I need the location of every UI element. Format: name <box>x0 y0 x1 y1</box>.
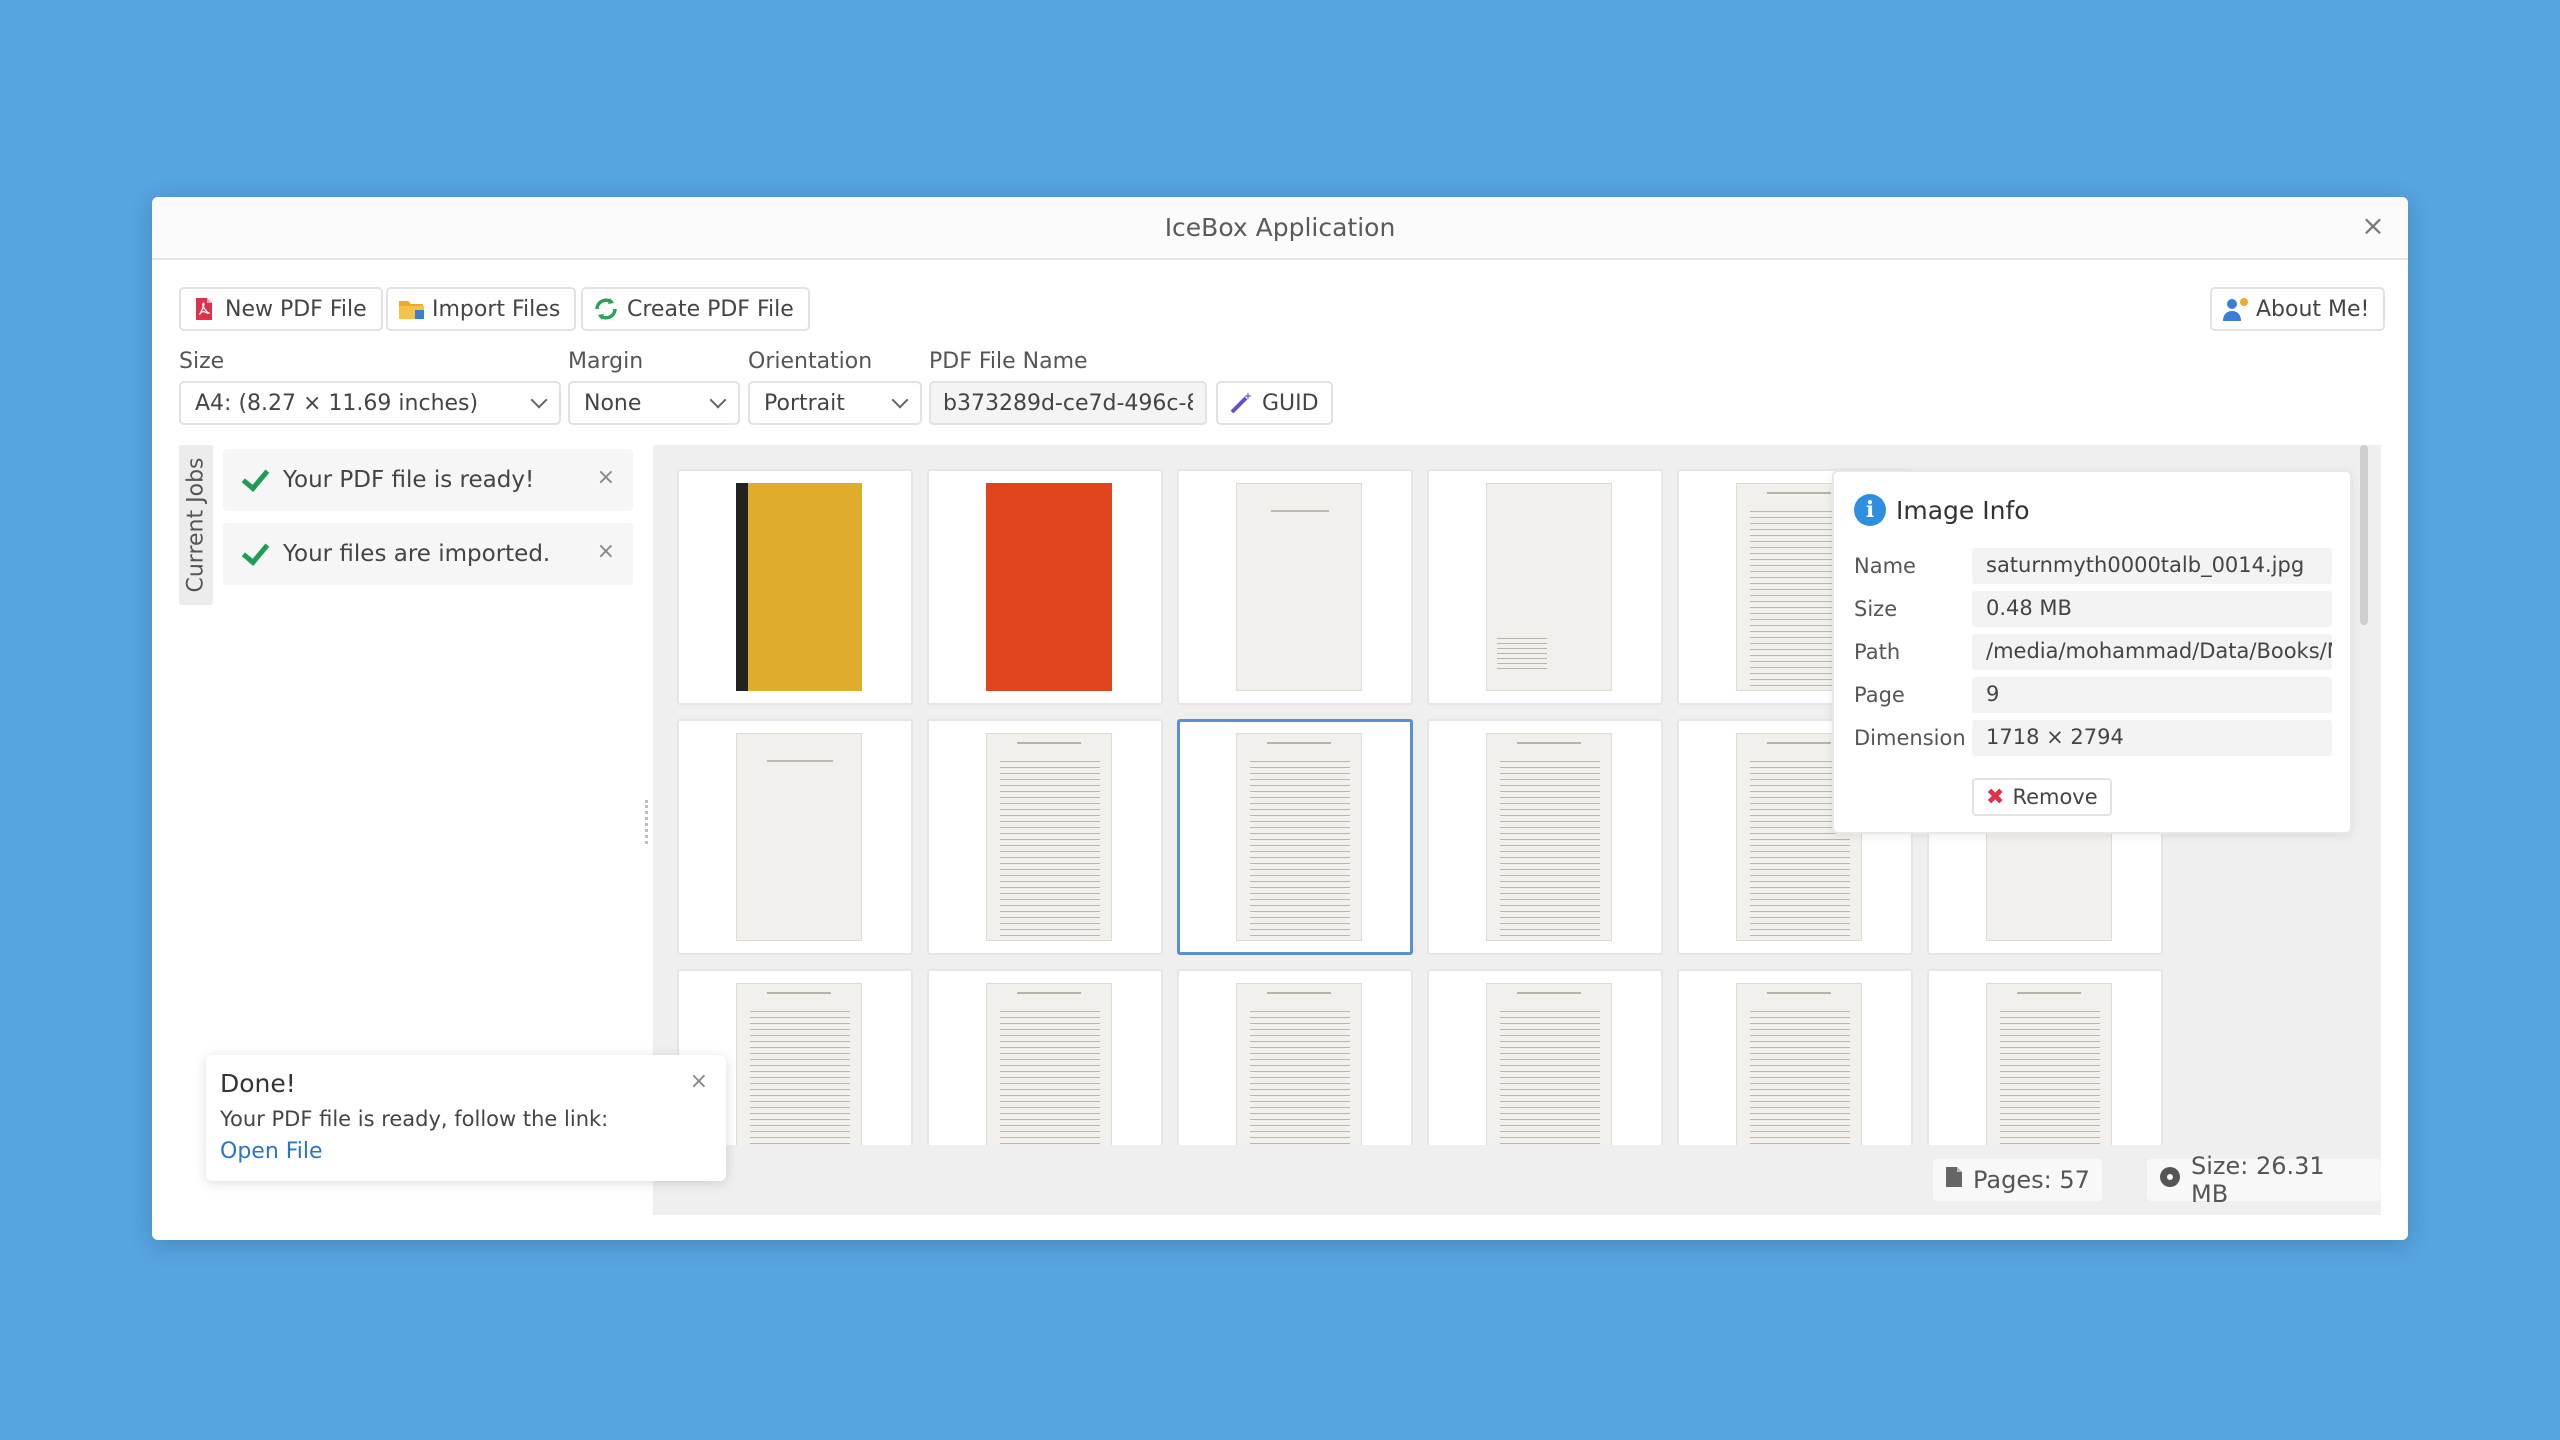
disk-icon <box>2159 1166 2181 1194</box>
margin-label: Margin <box>568 349 644 374</box>
magic-wand-icon <box>1228 390 1254 416</box>
chevron-down-icon <box>530 391 548 409</box>
total-size-text: Size: 26.31 MB <box>2191 1152 2325 1208</box>
check-icon <box>239 539 269 569</box>
image-info-title: Image Info <box>1896 495 2030 525</box>
create-pdf-button[interactable]: Create PDF File <box>581 287 810 331</box>
size-info-label: Size <box>1854 597 1898 621</box>
done-notification: Done! Your PDF file is ready, follow the… <box>206 1055 726 1181</box>
dimension-value: 1718 × 2794 <box>1972 720 2332 756</box>
remove-x-icon: ✖ <box>1986 784 2005 810</box>
current-jobs-tab[interactable]: Current Jobs <box>179 445 213 605</box>
check-icon <box>239 465 269 495</box>
pdf-filename-input[interactable] <box>929 381 1207 425</box>
user-icon <box>2222 296 2248 322</box>
notification-message: Your PDF file is ready, follow the link: <box>220 1107 609 1131</box>
close-notification-button[interactable]: × <box>690 1069 708 1094</box>
margin-select-value: None <box>584 390 642 416</box>
about-me-button[interactable]: About Me! <box>2210 287 2386 331</box>
pages-count: Pages: 57 <box>1933 1159 2102 1201</box>
remove-image-button[interactable]: ✖ Remove <box>1972 778 2112 816</box>
page-image <box>736 483 862 691</box>
dismiss-job-button[interactable]: × <box>597 465 615 490</box>
size-label: Size <box>179 349 225 374</box>
page-value: 9 <box>1972 677 2332 713</box>
page-image <box>986 483 1112 691</box>
orientation-select-value: Portrait <box>764 390 845 416</box>
job-item-text: Your PDF file is ready! <box>283 467 535 493</box>
guid-button[interactable]: GUID <box>1216 381 1333 425</box>
page-image <box>1486 733 1612 941</box>
title-bar: IceBox Application × <box>152 197 2408 260</box>
chevron-down-icon <box>709 391 727 409</box>
pages-count-text: Pages: 57 <box>1973 1166 2090 1194</box>
page-thumbnail[interactable] <box>1177 469 1413 705</box>
size-select-value: A4: (8.27 × 11.69 inches) <box>195 390 479 416</box>
page-thumbnail[interactable] <box>927 469 1163 705</box>
pdf-icon <box>191 296 217 322</box>
page-thumbnail[interactable] <box>927 719 1163 955</box>
size-select[interactable]: A4: (8.27 × 11.69 inches) <box>179 381 561 425</box>
new-pdf-button[interactable]: New PDF File <box>179 287 383 331</box>
image-info-panel: i Image Info Name saturnmyth0000talb_001… <box>1832 470 2352 834</box>
page-thumbnail[interactable] <box>1427 719 1663 955</box>
create-pdf-label: Create PDF File <box>627 296 794 322</box>
dimension-label: Dimension <box>1854 726 1966 750</box>
orientation-select[interactable]: Portrait <box>748 381 922 425</box>
dismiss-job-button[interactable]: × <box>597 539 615 564</box>
import-files-button[interactable]: Import Files <box>386 287 577 331</box>
path-label: Path <box>1854 640 1901 664</box>
notification-title: Done! <box>220 1069 296 1098</box>
info-icon: i <box>1854 494 1886 526</box>
path-value: /media/mohammad/Data/Books/M <box>1972 634 2332 670</box>
document-icon <box>1945 1166 1963 1194</box>
page-image <box>1486 483 1612 691</box>
open-file-link[interactable]: Open File <box>220 1139 323 1164</box>
page-image <box>1236 733 1362 941</box>
grid-scrollbar[interactable] <box>2360 445 2368 625</box>
image-info-header: i Image Info <box>1854 494 2030 526</box>
job-item: Your PDF file is ready! × <box>223 449 633 511</box>
guid-label: GUID <box>1262 390 1319 416</box>
page-thumbnail[interactable] <box>677 719 913 955</box>
page-thumbnail[interactable] <box>1427 469 1663 705</box>
window-title: IceBox Application <box>1164 213 1396 242</box>
margin-select[interactable]: None <box>568 381 740 425</box>
folder-icon <box>398 296 424 322</box>
name-label: Name <box>1854 554 1916 578</box>
page-thumbnail-selected[interactable] <box>1177 719 1413 955</box>
total-size: Size: 26.31 MB <box>2147 1152 2381 1208</box>
page-thumbnail[interactable] <box>677 469 913 705</box>
page-image <box>1236 483 1362 691</box>
current-jobs-tab-label: Current Jobs <box>183 457 209 593</box>
orientation-label: Orientation <box>748 349 873 374</box>
about-me-label: About Me! <box>2256 296 2370 322</box>
window-close-button[interactable]: × <box>2356 209 2390 243</box>
job-item: Your files are imported. × <box>223 523 633 585</box>
size-value: 0.48 MB <box>1972 591 2332 627</box>
panel-splitter-handle[interactable] <box>645 800 649 844</box>
new-pdf-label: New PDF File <box>225 296 367 322</box>
page-image <box>986 733 1112 941</box>
filename-label: PDF File Name <box>929 349 1088 374</box>
page-label: Page <box>1854 683 1905 707</box>
remove-label: Remove <box>2012 785 2098 809</box>
chevron-down-icon <box>891 391 909 409</box>
job-item-text: Your files are imported. <box>283 541 551 567</box>
refresh-icon <box>593 296 619 322</box>
status-bar: Pages: 57 Size: 26.31 MB <box>653 1145 2381 1215</box>
name-value: saturnmyth0000talb_0014.jpg <box>1972 548 2332 584</box>
page-image <box>736 733 862 941</box>
import-files-label: Import Files <box>432 296 561 322</box>
